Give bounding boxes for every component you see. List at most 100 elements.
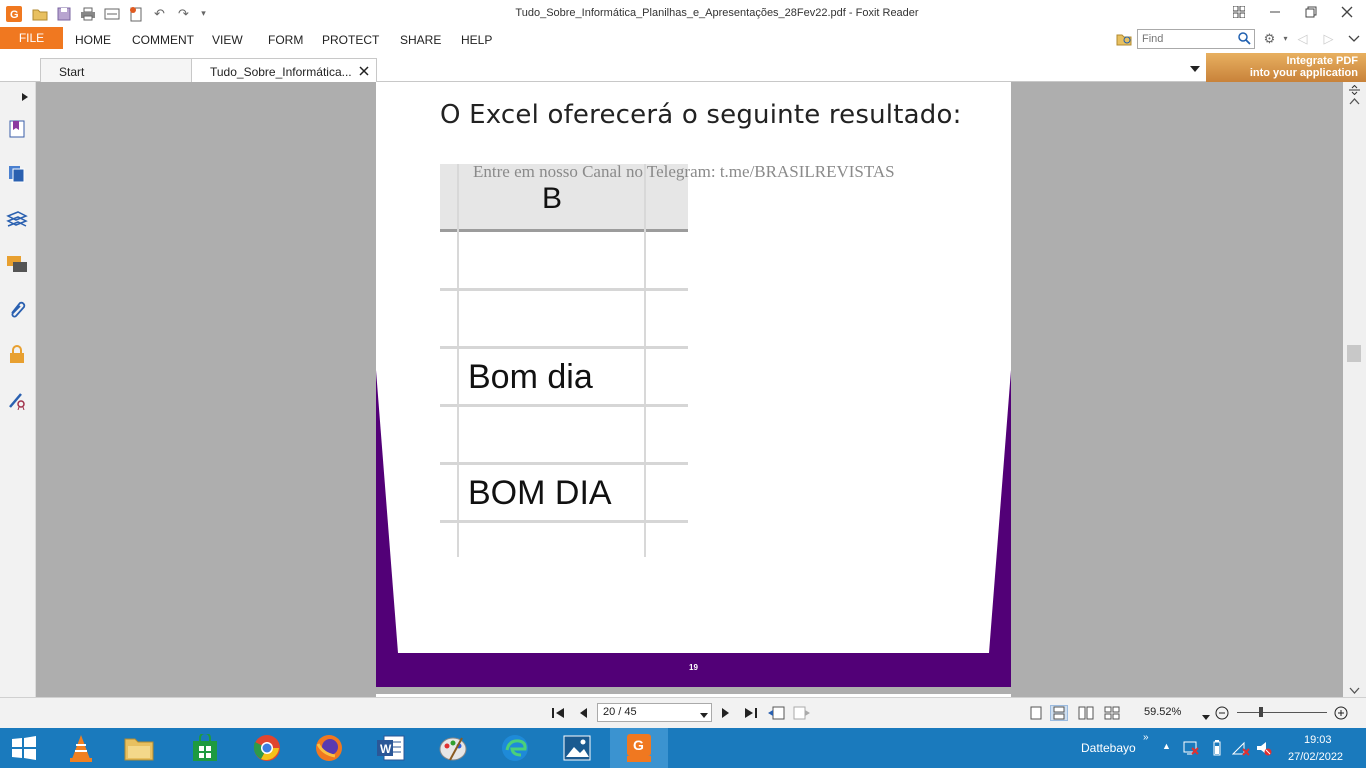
menu-protect[interactable]: PROTECT xyxy=(322,33,379,47)
next-result-icon[interactable]: ▷ xyxy=(1320,30,1337,47)
excel-screenshot: B Bom dia BOM DIA xyxy=(440,164,688,557)
menu-form[interactable]: FORM xyxy=(268,33,303,47)
volume-muted-icon[interactable] xyxy=(1256,740,1272,759)
menu-view[interactable]: VIEW xyxy=(212,33,243,47)
first-page-icon[interactable] xyxy=(550,705,568,721)
paint-icon[interactable] xyxy=(424,728,482,768)
network-disconnected-icon[interactable] xyxy=(1183,740,1199,759)
tab-document[interactable]: Tudo_Sobre_Informática... xyxy=(191,58,377,82)
user-name[interactable]: Dattebayo xyxy=(1081,741,1136,755)
print-icon[interactable] xyxy=(79,5,96,22)
zoom-dropdown-icon[interactable] xyxy=(1202,709,1210,723)
foxit-reader-taskbar-icon[interactable]: G xyxy=(610,728,668,768)
status-bar: 20 / 45 59.52% xyxy=(0,697,1366,728)
svg-text:G: G xyxy=(633,737,644,753)
tab-start[interactable]: Start xyxy=(40,58,192,82)
find-input[interactable] xyxy=(1142,31,1237,47)
chrome-icon[interactable] xyxy=(238,728,296,768)
windows-logo-icon xyxy=(12,736,36,760)
close-tab-icon[interactable] xyxy=(359,65,369,79)
find-folder-icon[interactable] xyxy=(1115,30,1132,47)
promo-line-2: into your application xyxy=(1249,67,1358,79)
grid-line xyxy=(457,164,459,557)
edge-icon[interactable] xyxy=(486,728,544,768)
microsoft-store-icon[interactable] xyxy=(176,728,234,768)
clock-time[interactable]: 19:03 xyxy=(1304,734,1332,746)
open-folder-icon[interactable] xyxy=(31,5,48,22)
find-field[interactable] xyxy=(1137,29,1255,49)
page-number-value: 20 / 45 xyxy=(603,706,637,718)
file-explorer-icon[interactable] xyxy=(110,728,168,768)
zoom-in-icon[interactable] xyxy=(1332,705,1350,721)
toolbar-expand-icon[interactable]: » xyxy=(1143,732,1149,743)
vlc-icon[interactable] xyxy=(52,728,110,768)
document-tabs: Start Tudo_Sobre_Informática... Integrat… xyxy=(0,53,1366,82)
attachments-icon[interactable] xyxy=(6,298,28,320)
page-number-field[interactable]: 20 / 45 xyxy=(597,703,712,722)
previous-view-icon[interactable] xyxy=(767,705,785,721)
undo-icon[interactable]: ↶ xyxy=(151,5,168,22)
close-button[interactable] xyxy=(1330,2,1364,22)
layers-icon[interactable] xyxy=(6,209,28,231)
grid-line xyxy=(440,404,688,407)
battery-icon[interactable] xyxy=(1212,740,1222,759)
comments-icon[interactable] xyxy=(6,253,28,275)
settings-gear-icon[interactable]: ⚙ xyxy=(1261,30,1278,47)
continuous-view-icon[interactable] xyxy=(1050,705,1068,721)
document-viewport[interactable]: O Excel oferecerá o seguinte resultado: … xyxy=(36,82,1343,697)
settings-dropdown-icon[interactable]: ▾ xyxy=(1277,30,1294,47)
menu-comment[interactable]: COMMENT xyxy=(132,33,194,47)
single-page-view-icon[interactable] xyxy=(1027,705,1045,721)
next-view-icon[interactable] xyxy=(793,705,811,721)
minimize-button[interactable] xyxy=(1258,2,1292,22)
restore-ribbon-icon[interactable] xyxy=(1222,2,1256,22)
last-page-icon[interactable] xyxy=(741,705,759,721)
new-document-icon[interactable] xyxy=(127,5,144,22)
zoom-slider-thumb[interactable] xyxy=(1259,707,1263,717)
scroll-down-icon[interactable] xyxy=(1349,684,1360,698)
menu-help[interactable]: HELP xyxy=(461,33,492,47)
tab-list-dropdown-icon[interactable] xyxy=(1189,62,1201,76)
pdf-page: O Excel oferecerá o seguinte resultado: … xyxy=(376,82,1011,687)
word-icon[interactable]: W xyxy=(362,728,420,768)
zoom-slider-track[interactable] xyxy=(1237,712,1327,713)
tab-start-label: Start xyxy=(59,65,85,79)
continuous-facing-view-icon[interactable] xyxy=(1103,705,1121,721)
tray-overflow-icon[interactable]: ▲ xyxy=(1162,741,1171,751)
vertical-scrollbar[interactable] xyxy=(1343,82,1366,697)
page-dropdown-icon[interactable] xyxy=(700,709,708,721)
security-lock-icon[interactable] xyxy=(6,343,28,365)
facing-view-icon[interactable] xyxy=(1077,705,1095,721)
menu-share[interactable]: SHARE xyxy=(400,33,441,47)
grid-line xyxy=(440,462,688,465)
grid-line xyxy=(440,288,688,291)
previous-result-icon[interactable]: ◁ xyxy=(1294,30,1311,47)
integrate-pdf-banner[interactable]: Integrate PDF into your application xyxy=(1206,53,1366,82)
next-page-icon[interactable] xyxy=(717,705,735,721)
file-menu-button[interactable]: FILE xyxy=(0,27,63,49)
grid-line xyxy=(440,520,688,523)
zoom-level[interactable]: 59.52% xyxy=(1144,706,1181,718)
photos-icon[interactable] xyxy=(548,728,606,768)
start-button[interactable] xyxy=(0,728,48,768)
maximize-button[interactable] xyxy=(1294,2,1328,22)
menu-home[interactable]: HOME xyxy=(75,33,111,47)
pages-icon[interactable] xyxy=(6,163,28,185)
clock-date[interactable]: 27/02/2022 xyxy=(1288,751,1343,763)
collapse-ribbon-icon[interactable] xyxy=(1345,30,1362,47)
wifi-disconnected-icon[interactable] xyxy=(1231,740,1250,759)
firefox-icon[interactable] xyxy=(300,728,358,768)
scroll-thumb[interactable] xyxy=(1347,345,1361,362)
scan-icon[interactable] xyxy=(103,5,120,22)
expand-panel-icon[interactable] xyxy=(14,86,36,108)
previous-page-icon[interactable] xyxy=(574,705,592,721)
bookmarks-icon[interactable] xyxy=(6,118,28,140)
redo-icon[interactable]: ↷ xyxy=(175,5,192,22)
scroll-up-icon[interactable] xyxy=(1349,94,1360,108)
search-icon[interactable] xyxy=(1238,32,1251,48)
zoom-out-icon[interactable] xyxy=(1213,705,1231,721)
customize-toolbar-icon[interactable]: ▾ xyxy=(195,5,212,22)
windows-taskbar: W G Dattebayo » ▲ 19:03 27/02/2022 xyxy=(0,728,1366,768)
save-icon[interactable] xyxy=(55,5,72,22)
signature-icon[interactable] xyxy=(6,389,28,411)
